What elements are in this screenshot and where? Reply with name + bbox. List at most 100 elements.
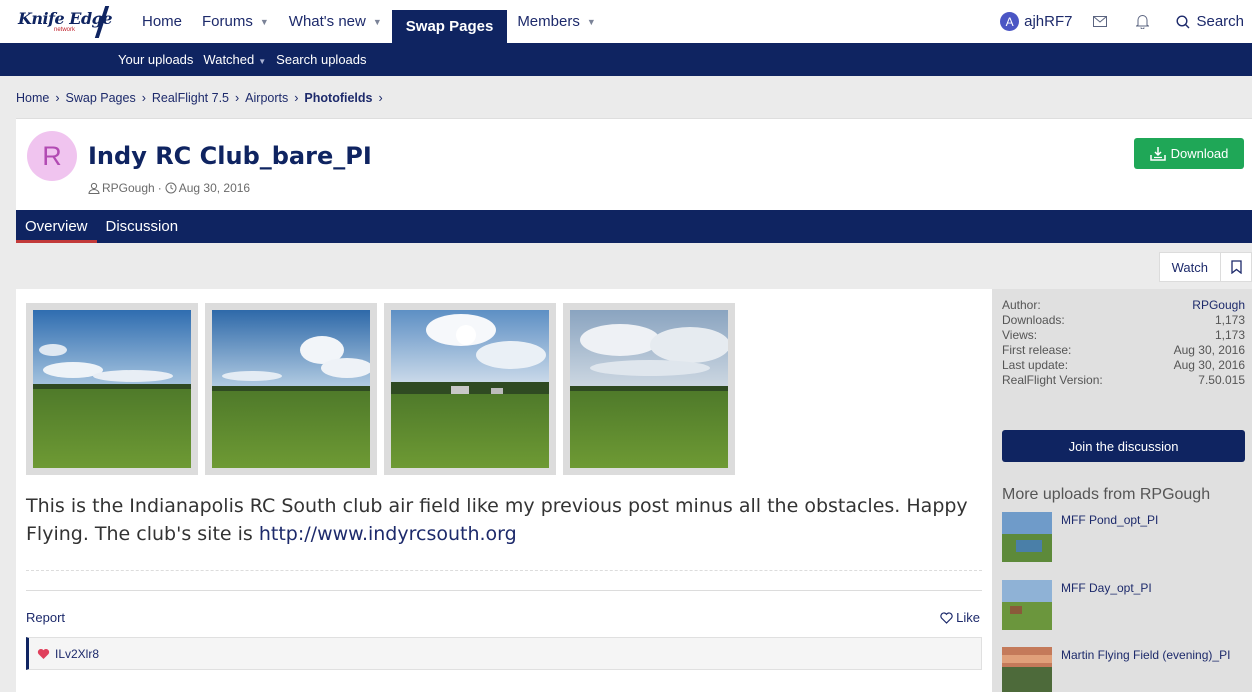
resource-header: R Indy RC Club_bare_PI RPGough · Aug 30,… (16, 118, 1252, 210)
reactions-bar: ILv2Xlr8 (26, 637, 982, 670)
like-label: Like (956, 610, 980, 625)
club-site-link[interactable]: http://www.indyrcsouth.org (259, 523, 517, 545)
chevron-down-icon[interactable]: ▼ (260, 17, 269, 27)
main-nav: Home Forums ▼ What's new ▼ Swap Pages Memb… (132, 0, 606, 43)
divider (26, 570, 982, 571)
clock-icon (165, 182, 177, 194)
nav-home[interactable]: Home (132, 0, 192, 43)
nav-members-label: Members (517, 13, 580, 30)
watch-button[interactable]: Watch (1160, 253, 1221, 281)
reaction-user-link[interactable]: ILv2Xlr8 (55, 647, 99, 661)
list-item[interactable]: Martin Flying Field (evening)_PI (1002, 647, 1245, 692)
resource-meta: RPGough · Aug 30, 2016 (88, 181, 250, 195)
info-row-version: RealFlight Version: 7.50.015 (1002, 373, 1245, 388)
breadcrumb-realflight[interactable]: RealFlight 7.5 (152, 91, 229, 105)
avatar: A (1000, 12, 1020, 31)
info-label: Downloads: (1002, 313, 1065, 327)
avatar[interactable]: R (27, 131, 77, 181)
envelope-icon[interactable] (1092, 14, 1108, 30)
resource-sidebar: Author: RPGough Downloads: 1,173 Views: 1,1… (992, 289, 1252, 692)
list-item[interactable]: MFF Day_opt_PI (1002, 580, 1245, 630)
download-button[interactable]: Download (1134, 138, 1244, 169)
search-label: Search (1196, 13, 1244, 30)
tab-discussion[interactable]: Discussion (97, 210, 188, 243)
nav-members[interactable]: Members ▼ (507, 0, 605, 43)
info-label: First release: (1002, 343, 1072, 357)
bell-icon[interactable] (1134, 14, 1150, 30)
like-button[interactable]: Like (940, 610, 980, 625)
nav-whats-new[interactable]: What's new ▼ (279, 0, 392, 43)
nav-swap-pages[interactable]: Swap Pages (391, 10, 508, 43)
bookmark-icon (1230, 260, 1242, 274)
gallery-thumbnail[interactable] (384, 303, 556, 475)
nav-swap-pages-label: Swap Pages (405, 18, 494, 35)
info-row-last-update: Last update: Aug 30, 2016 (1002, 358, 1245, 373)
upload-thumbnail (1002, 512, 1052, 562)
info-row-views: Views: 1,173 (1002, 328, 1245, 343)
gallery-thumbnail[interactable] (563, 303, 735, 475)
heart-icon (940, 611, 953, 624)
logo-subtext: network (54, 27, 76, 33)
user-icon (88, 182, 100, 194)
resource-info: Author: RPGough Downloads: 1,173 Views: 1,1… (1002, 298, 1245, 388)
subnav-watched[interactable]: Watched ▼ (203, 52, 266, 67)
info-value: 1,173 (1214, 328, 1245, 342)
upload-link: MFF Pond_opt_PI (1061, 513, 1159, 527)
breadcrumb-home[interactable]: Home (16, 91, 49, 105)
user-menu[interactable]: A ajhRF7 (1000, 12, 1072, 31)
divider (26, 590, 982, 591)
info-label: Last update: (1002, 358, 1069, 372)
list-item[interactable]: MFF Pond_opt_PI (1002, 512, 1245, 562)
report-link[interactable]: Report (26, 610, 65, 625)
chevron-right-icon: › (294, 91, 299, 105)
chevron-down-icon[interactable]: ▼ (258, 57, 266, 66)
resource-date: Aug 30, 2016 (178, 181, 251, 195)
info-row-downloads: Downloads: 1,173 (1002, 313, 1245, 328)
top-bar: Knife Edge network Home Forums ▼ What's n… (0, 0, 1252, 43)
join-discussion-button[interactable]: Join the discussion (1002, 430, 1245, 462)
subnav-your-uploads[interactable]: Your uploads (118, 52, 193, 67)
tab-overview[interactable]: Overview (16, 210, 97, 243)
info-label: Views: (1002, 328, 1038, 342)
download-icon (1149, 147, 1166, 161)
nav-forums-label: Forums (202, 13, 253, 30)
breadcrumb: Home › Swap Pages › RealFlight 7.5 › Airpor… (16, 91, 389, 105)
gallery-thumbnail[interactable] (26, 303, 198, 475)
upload-link: MFF Day_opt_PI (1061, 581, 1152, 595)
page-title: Indy RC Club_bare_PI (88, 142, 372, 170)
watch-controls: Watch (1158, 252, 1252, 282)
breadcrumb-swap-pages[interactable]: Swap Pages (66, 91, 136, 105)
upload-thumbnail (1002, 580, 1052, 630)
chevron-right-icon: › (378, 91, 383, 105)
download-label: Download (1170, 146, 1229, 161)
chevron-down-icon[interactable]: ▼ (587, 17, 596, 27)
chevron-down-icon[interactable]: ▼ (373, 17, 382, 27)
info-label: Author: (1002, 298, 1041, 312)
search-icon (1176, 14, 1190, 28)
image-gallery (26, 303, 742, 475)
chevron-right-icon: › (141, 91, 146, 105)
info-row-author: Author: RPGough (1002, 298, 1245, 313)
user-nav: A ajhRF7 Search (1000, 0, 1252, 43)
sub-nav: Your uploads Watched ▼ Search uploads (0, 43, 1252, 76)
site-logo[interactable]: Knife Edge network (14, 0, 124, 43)
nav-forums[interactable]: Forums ▼ (192, 0, 279, 43)
gallery-thumbnail[interactable] (205, 303, 377, 475)
search-button[interactable]: Search (1176, 13, 1244, 30)
resource-description: This is the Indianapolis RC South club a… (26, 492, 976, 548)
resource-body: This is the Indianapolis RC South club a… (16, 289, 992, 692)
subnav-search-uploads[interactable]: Search uploads (276, 52, 366, 67)
heart-icon (37, 648, 50, 659)
upload-thumbnail (1002, 647, 1052, 692)
nav-whats-new-label: What's new (288, 13, 366, 30)
info-row-first-release: First release: Aug 30, 2016 (1002, 343, 1245, 358)
bookmark-button[interactable] (1221, 253, 1251, 281)
author-link[interactable]: RPGough (102, 181, 155, 195)
subnav-watched-label: Watched (203, 52, 255, 67)
username: ajhRF7 (1024, 13, 1073, 30)
info-author-link[interactable]: RPGough (1192, 298, 1245, 313)
more-uploads-title: More uploads from RPGough (1002, 486, 1211, 503)
info-value: Aug 30, 2016 (1173, 358, 1245, 372)
breadcrumb-airports[interactable]: Airports (245, 91, 288, 105)
breadcrumb-photofields[interactable]: Photofields (304, 91, 372, 105)
